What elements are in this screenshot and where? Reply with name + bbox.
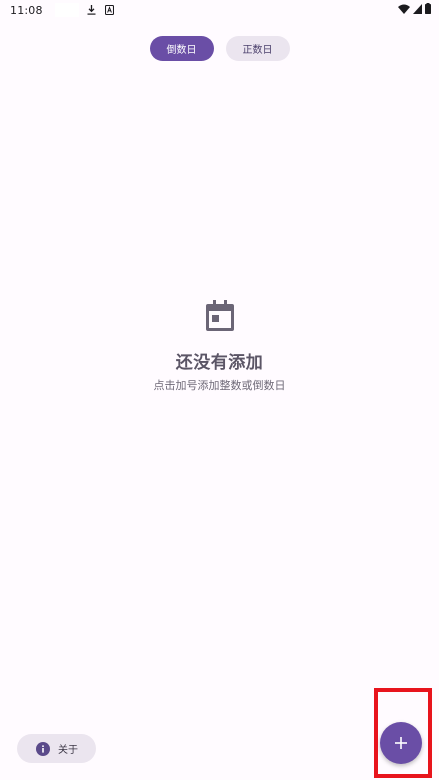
tab-countdown-days[interactable]: 倒数日 xyxy=(149,36,214,61)
info-icon xyxy=(36,741,50,756)
tab-bar: 倒数日 正数日 xyxy=(0,36,439,61)
status-time: 11:08 xyxy=(10,3,43,17)
empty-state-subtitle: 点击加号添加整数或倒数日 xyxy=(153,379,286,392)
status-bar-left: 11:08 xyxy=(10,3,115,17)
empty-state-title: 还没有添加 xyxy=(175,353,264,373)
download-icon xyxy=(87,5,97,15)
add-button[interactable] xyxy=(380,722,422,764)
calendar-icon xyxy=(205,300,234,331)
empty-state: 还没有添加 点击加号添加整数或倒数日 xyxy=(0,300,439,393)
wifi-icon xyxy=(398,4,410,17)
signal-icon xyxy=(413,3,422,17)
a-icon xyxy=(105,5,115,15)
plus-icon xyxy=(395,737,407,749)
status-blank-area xyxy=(54,3,79,17)
status-bar: 11:08 xyxy=(0,0,439,20)
tab-countup-days[interactable]: 正数日 xyxy=(225,36,290,61)
battery-icon xyxy=(425,3,431,17)
about-button[interactable]: 关于 xyxy=(17,734,96,763)
status-bar-right xyxy=(398,3,431,17)
about-button-label: 关于 xyxy=(58,745,78,756)
